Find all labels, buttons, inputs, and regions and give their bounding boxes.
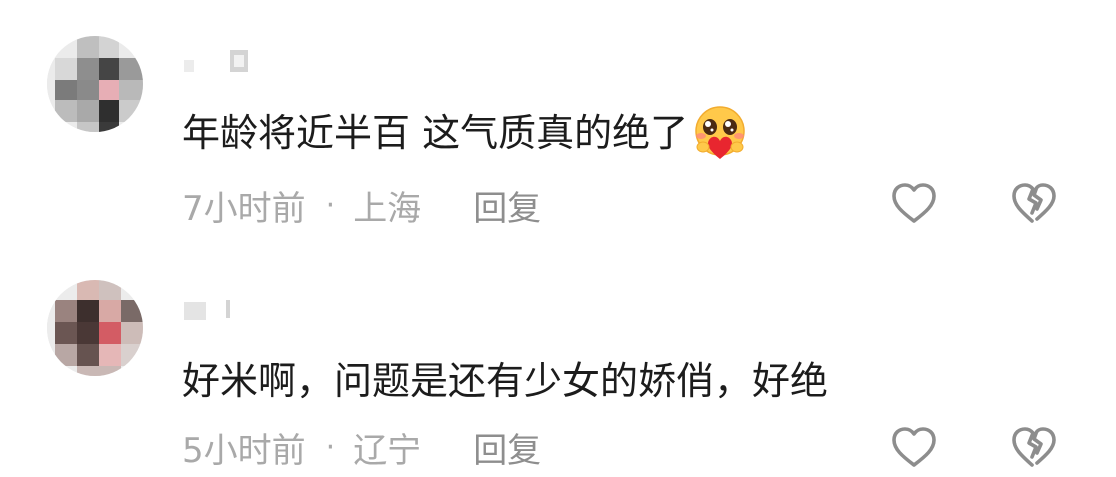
reply-button[interactable]: 回复 [473, 423, 541, 472]
username-obscured [184, 50, 248, 72]
heart-hug-emoji-icon [695, 106, 745, 159]
username-obscured [184, 300, 230, 320]
timestamp: 5小时前 [182, 430, 306, 471]
username[interactable] [182, 296, 258, 322]
username[interactable] [182, 48, 258, 74]
dislike-broken-heart-icon[interactable] [1010, 181, 1058, 225]
location: 辽宁 [353, 430, 422, 471]
avatar[interactable] [47, 280, 143, 376]
avatar[interactable] [47, 36, 143, 132]
comment-meta: 7小时前 · 上海 回复 [182, 181, 541, 230]
comment-item: 好米啊，问题是还有少女的娇俏，好绝 5小时前 · 辽宁 回复 [0, 238, 1116, 476]
location: 上海 [353, 188, 422, 229]
comment-body: 好米啊，问题是还有少女的娇俏，好绝 [182, 359, 829, 403]
like-heart-icon[interactable] [890, 425, 938, 469]
comment-meta: 5小时前 · 辽宁 回复 [182, 423, 541, 472]
meta-separator: · [325, 429, 336, 465]
meta-separator: · [325, 187, 336, 223]
dislike-broken-heart-icon[interactable] [1010, 425, 1058, 469]
comment-body: 年龄将近半百 这气质真的绝了 [182, 111, 689, 155]
reply-button[interactable]: 回复 [473, 181, 541, 230]
like-heart-icon[interactable] [890, 181, 938, 225]
comment-text: 好米啊，问题是还有少女的娇俏，好绝 [182, 353, 828, 409]
comment-item: 年龄将近半百 这气质真的绝了 7小时前 · 上海 回复 [0, 0, 1116, 238]
timestamp: 7小时前 [182, 188, 306, 229]
comment-text: 年龄将近半百 这气质真的绝了 [182, 103, 750, 163]
